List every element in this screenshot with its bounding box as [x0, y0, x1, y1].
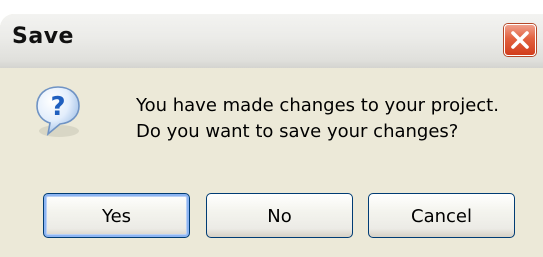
close-button[interactable]	[504, 24, 536, 56]
dialog-title: Save	[12, 24, 74, 49]
dialog-message: You have made changes to your project. D…	[136, 93, 499, 145]
message-line-2: Do you want to save your changes?	[136, 121, 459, 142]
message-line-1: You have made changes to your project.	[136, 95, 499, 116]
yes-button[interactable]: Yes	[43, 193, 190, 238]
cancel-button[interactable]: Cancel	[368, 193, 515, 238]
close-icon	[511, 31, 529, 49]
title-bar[interactable]: Save	[0, 14, 543, 68]
svg-text:?: ?	[50, 92, 65, 122]
question-icon: ?	[33, 84, 83, 142]
no-button[interactable]: No	[206, 193, 353, 238]
